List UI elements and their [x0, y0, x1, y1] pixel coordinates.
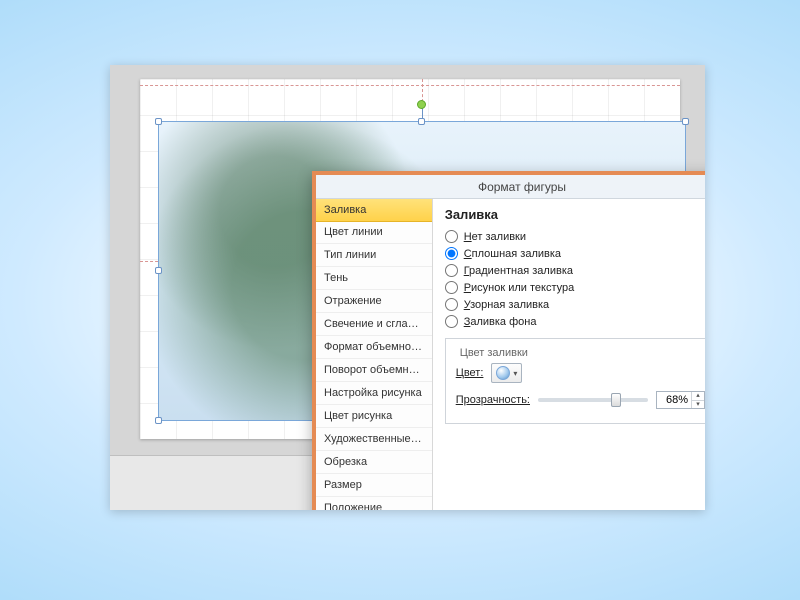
dialog-title: Формат фигуры: [316, 175, 705, 199]
fill-type-radio[interactable]: [445, 281, 458, 294]
transparency-slider[interactable]: [538, 398, 648, 402]
fill-type-option[interactable]: Градиентная заливка: [445, 262, 705, 279]
fill-type-option[interactable]: Рисунок или текстура: [445, 279, 705, 296]
fill-type-radio[interactable]: [445, 230, 458, 243]
nav-item[interactable]: Размер: [316, 474, 432, 497]
nav-item[interactable]: Тип линии: [316, 244, 432, 267]
fill-type-label: Нет заливки: [464, 231, 526, 243]
nav-item[interactable]: Отражение: [316, 290, 432, 313]
paint-bucket-icon: [496, 366, 510, 380]
nav-item[interactable]: Поворот объемной фигуры: [316, 359, 432, 382]
fill-type-option[interactable]: Узорная заливка: [445, 296, 705, 313]
fill-type-label: Градиентная заливка: [464, 265, 573, 277]
fill-type-label: Сплошная заливка: [464, 248, 561, 260]
fill-type-radio[interactable]: [445, 298, 458, 311]
fill-type-label: Узорная заливка: [464, 299, 549, 311]
resize-handle-tr[interactable]: [682, 118, 689, 125]
slider-thumb[interactable]: [611, 393, 621, 407]
nav-item[interactable]: Тень: [316, 267, 432, 290]
transparency-value-input[interactable]: [657, 392, 691, 408]
spinner-up[interactable]: ▴: [692, 392, 704, 401]
nav-item[interactable]: Цвет рисунка: [316, 405, 432, 428]
dialog-body: ЗаливкаЦвет линииТип линииТеньОтражениеС…: [316, 199, 705, 510]
page-background: Формат фигуры ЗаливкаЦвет линииТип линии…: [0, 0, 800, 600]
fill-color-legend: Цвет заливки: [456, 347, 532, 359]
fill-type-radio[interactable]: [445, 315, 458, 328]
resize-handle-ml[interactable]: [155, 267, 162, 274]
dialog-nav: ЗаливкаЦвет линииТип линииТеньОтражениеС…: [316, 199, 433, 510]
app-window: Формат фигуры ЗаливкаЦвет линииТип линии…: [110, 65, 705, 510]
chevron-down-icon: ▾: [513, 369, 517, 378]
nav-item[interactable]: Художественные эффекты: [316, 428, 432, 451]
nav-item[interactable]: Настройка рисунка: [316, 382, 432, 405]
fill-type-option[interactable]: Сплошная заливка: [445, 245, 705, 262]
format-shape-dialog: Формат фигуры ЗаливкаЦвет линииТип линии…: [312, 171, 705, 510]
fill-type-option[interactable]: Заливка фона: [445, 313, 705, 330]
fill-color-picker[interactable]: ▾: [491, 363, 522, 383]
panel-heading: Заливка: [445, 207, 705, 222]
resize-handle-tm[interactable]: [418, 118, 425, 125]
transparency-spinner[interactable]: ▴ ▾: [656, 391, 705, 409]
nav-item[interactable]: Обрезка: [316, 451, 432, 474]
fill-type-option[interactable]: Нет заливки: [445, 228, 705, 245]
nav-item[interactable]: Формат объемной фигуры: [316, 336, 432, 359]
fill-type-radio[interactable]: [445, 247, 458, 260]
fill-panel: Заливка Нет заливки Сплошная заливка Гради…: [433, 199, 705, 510]
resize-handle-tl[interactable]: [155, 118, 162, 125]
guide-horizontal: [140, 85, 680, 86]
spinner-down[interactable]: ▾: [692, 401, 704, 409]
nav-item[interactable]: Заливка: [316, 199, 433, 222]
rotate-handle[interactable]: [417, 100, 426, 109]
fill-type-radio[interactable]: [445, 264, 458, 277]
fill-type-label: Рисунок или текстура: [464, 282, 575, 294]
fill-type-label: Заливка фона: [464, 316, 537, 328]
nav-item[interactable]: Свечение и сглаживание: [316, 313, 432, 336]
fill-color-group: Цвет заливки Цвет: ▾ Прозрачность:: [445, 338, 705, 424]
nav-item[interactable]: Положение: [316, 497, 432, 510]
color-label: Цвет:: [456, 367, 484, 379]
resize-handle-bl[interactable]: [155, 417, 162, 424]
transparency-label: Прозрачность:: [456, 394, 530, 406]
nav-item[interactable]: Цвет линии: [316, 221, 432, 244]
